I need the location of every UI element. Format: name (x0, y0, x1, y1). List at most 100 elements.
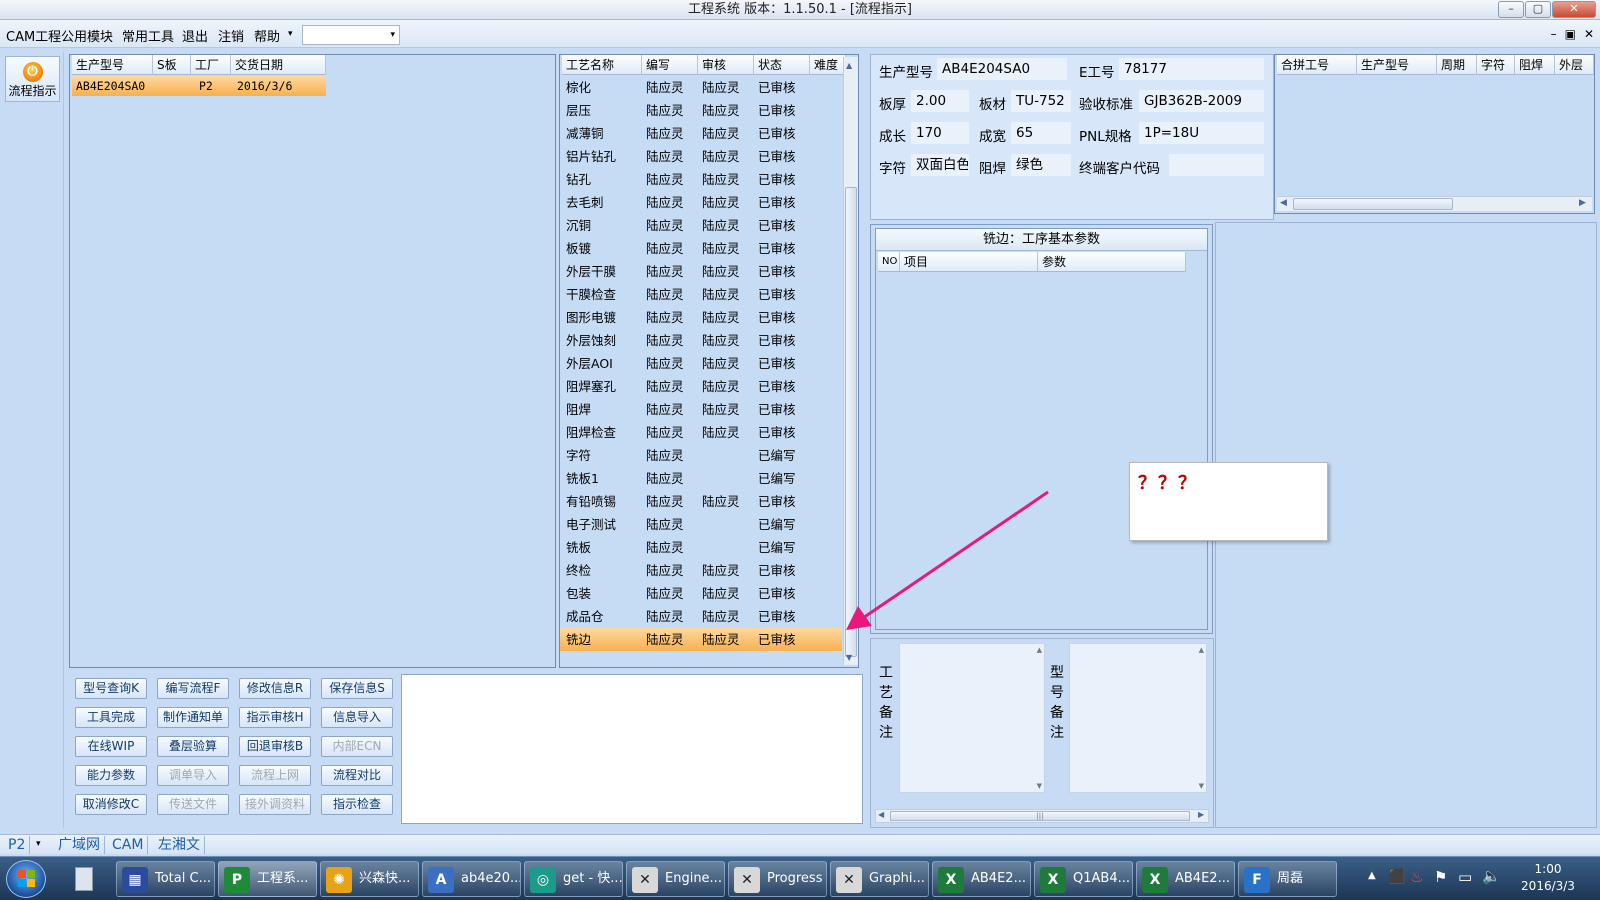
action-button[interactable]: 流程上网 (239, 765, 311, 786)
process-row[interactable]: 外层干膜 陆应灵 陆应灵 已审核 (560, 260, 842, 283)
action-button[interactable]: 传送文件 (157, 794, 229, 815)
taskbar-item[interactable]: ✺ 兴森快... (320, 861, 419, 897)
action-button[interactable]: 能力参数 (75, 765, 147, 786)
mdi-restore-button[interactable]: ▣ (1565, 27, 1576, 41)
merge-header-model[interactable]: 生产型号 (1357, 55, 1437, 75)
flow-instruction-button[interactable]: ⏻ 流程指示 (5, 56, 60, 102)
taskbar-item[interactable]: F 周磊 (1238, 861, 1337, 897)
taskbar-item[interactable]: ✕ Progress (728, 861, 827, 897)
process-header-writer[interactable]: 编写 (642, 55, 698, 75)
help-dropdown-icon[interactable]: ▾ (288, 29, 293, 39)
order-header-date[interactable]: 交货日期 (231, 55, 326, 75)
process-row[interactable]: 干膜检查 陆应灵 陆应灵 已审核 (560, 283, 842, 306)
merge-header-cycle[interactable]: 周期 (1437, 55, 1477, 75)
action-button[interactable]: 工具完成 (75, 707, 147, 728)
taskbar-item[interactable]: ▦ Total C... (116, 861, 215, 897)
taskbar-item[interactable]: ◎ get - 快... (524, 861, 623, 897)
field-pnl[interactable]: 1P=18U (1139, 122, 1264, 144)
menu-common-tools[interactable]: 常用工具 (122, 26, 174, 45)
action-button[interactable]: 指示检查 (321, 794, 393, 815)
process-header-status[interactable]: 状态 (754, 55, 810, 75)
model-notes-field[interactable]: ▲ ▼ (1069, 643, 1207, 793)
process-row[interactable]: 阻焊检查 陆应灵 陆应灵 已审核 (560, 421, 842, 444)
order-header-factory[interactable]: 工厂 (191, 55, 231, 75)
process-row[interactable]: 图形电镀 陆应灵 陆应灵 已审核 (560, 306, 842, 329)
process-row[interactable]: 减薄铜 陆应灵 陆应灵 已审核 (560, 122, 842, 145)
action-button[interactable]: 修改信息R (239, 678, 311, 699)
action-button[interactable]: 叠层验算 (157, 736, 229, 757)
message-box[interactable] (401, 674, 863, 824)
process-row[interactable]: 阻焊 陆应灵 陆应灵 已审核 (560, 398, 842, 421)
merge-hscrollbar[interactable]: ◀ ▶ (1277, 196, 1592, 211)
status-tab-cam[interactable]: CAM (108, 836, 149, 854)
process-row[interactable]: 棕化 陆应灵 陆应灵 已审核 (560, 76, 842, 99)
close-button[interactable]: ✕ (1552, 1, 1596, 18)
merge-header-job[interactable]: 合拼工号 (1277, 55, 1357, 75)
params-header-item[interactable]: 项目 (900, 252, 1038, 272)
minimize-button[interactable]: – (1498, 1, 1524, 18)
scroll-down-icon[interactable]: ▼ (1037, 782, 1042, 790)
tray-clock[interactable]: 1:00 2016/3/3 (1505, 861, 1591, 897)
mdi-close-button[interactable]: ✕ (1584, 27, 1594, 41)
order-row[interactable]: AB4E204SA0 P2 2016/3/6 (72, 76, 326, 96)
action-button[interactable]: 流程对比 (321, 765, 393, 786)
tray-network-icon[interactable]: ▭ (1458, 868, 1472, 886)
tray-volume-icon[interactable]: 🔈 (1482, 867, 1501, 885)
field-standard[interactable]: GJB362B-2009 (1139, 90, 1264, 112)
merge-scroll-thumb[interactable] (1293, 198, 1453, 210)
tray-flag-icon[interactable]: ⚑ (1434, 868, 1447, 886)
order-header-s[interactable]: S板 (153, 55, 191, 75)
taskbar-item[interactable]: P 工程系... (218, 861, 317, 897)
params-header-no[interactable]: NO (878, 252, 900, 272)
order-header-model[interactable]: 生产型号 (72, 55, 153, 75)
field-customer[interactable] (1169, 154, 1264, 176)
menu-help[interactable]: 帮助 (254, 26, 280, 45)
field-length[interactable]: 170 (911, 122, 969, 144)
action-button[interactable]: 编写流程F (157, 678, 229, 699)
tray-app-icon[interactable]: ⬛ (1388, 869, 1405, 885)
action-button[interactable]: 型号查询K (75, 678, 147, 699)
status-tab-user[interactable]: 左湘文 (154, 836, 205, 854)
process-row[interactable]: 包装 陆应灵 陆应灵 已审核 (560, 582, 842, 605)
field-material[interactable]: TU-752 (1011, 90, 1071, 112)
process-row[interactable]: 成品仓 陆应灵 陆应灵 已审核 (560, 605, 842, 628)
mdi-minimize-button[interactable]: – (1551, 27, 1557, 41)
scroll-up-icon[interactable]: ▲ (1037, 646, 1042, 654)
taskbar-item[interactable]: ✕ Graphi... (830, 861, 929, 897)
taskbar-item[interactable]: X Q1AB4... (1034, 861, 1133, 897)
process-header-name[interactable]: 工艺名称 (562, 55, 642, 75)
process-row[interactable]: 钻孔 陆应灵 陆应灵 已审核 (560, 168, 842, 191)
notes-scroll-thumb[interactable]: ||| (890, 811, 1190, 821)
field-model[interactable]: AB4E204SA0 (937, 58, 1067, 80)
scroll-up-icon[interactable]: ▲ (1199, 646, 1204, 654)
menu-cam-engineering[interactable]: CAM工程 (6, 26, 61, 45)
merge-header-mask[interactable]: 阻焊 (1515, 55, 1555, 75)
process-row[interactable]: 板镀 陆应灵 陆应灵 已审核 (560, 237, 842, 260)
tray-security-icon[interactable]: ♨ (1410, 868, 1423, 886)
chevron-down-icon[interactable]: ▾ (36, 839, 41, 849)
menu-public-modules[interactable]: 公用模块 (61, 26, 113, 45)
field-mask[interactable]: 绿色 (1011, 154, 1071, 176)
action-button[interactable]: 取消修改C (75, 794, 147, 815)
taskbar-item[interactable]: X AB4E2... (932, 861, 1031, 897)
field-thickness[interactable]: 2.00 (911, 90, 969, 112)
process-row[interactable]: 外层AOI 陆应灵 陆应灵 已审核 (560, 352, 842, 375)
tray-expand-icon[interactable]: ▲ (1368, 870, 1376, 881)
status-tab-wan[interactable]: 广域网 (54, 836, 105, 854)
process-row[interactable]: 铣板 陆应灵 已编写 (560, 536, 842, 559)
action-button[interactable]: 信息导入 (321, 707, 393, 728)
process-row[interactable]: 铣边 陆应灵 陆应灵 已审核 (560, 628, 842, 651)
process-row[interactable]: 终检 陆应灵 陆应灵 已审核 (560, 559, 842, 582)
status-factory[interactable]: P2 (4, 836, 31, 854)
merge-header-char[interactable]: 字符 (1477, 55, 1515, 75)
menu-logout[interactable]: 注销 (218, 26, 244, 45)
action-button[interactable]: 在线WIP (75, 736, 147, 757)
process-row[interactable]: 阻焊塞孔 陆应灵 陆应灵 已审核 (560, 375, 842, 398)
field-char[interactable]: 双面白色 (911, 154, 969, 176)
process-row[interactable]: 字符 陆应灵 已编写 (560, 444, 842, 467)
field-eno[interactable]: 78177 (1119, 58, 1264, 80)
process-row[interactable]: 去毛刺 陆应灵 陆应灵 已审核 (560, 191, 842, 214)
maximize-button[interactable]: ▢ (1525, 1, 1551, 18)
start-button[interactable] (6, 860, 46, 898)
action-button[interactable]: 保存信息S (321, 678, 393, 699)
